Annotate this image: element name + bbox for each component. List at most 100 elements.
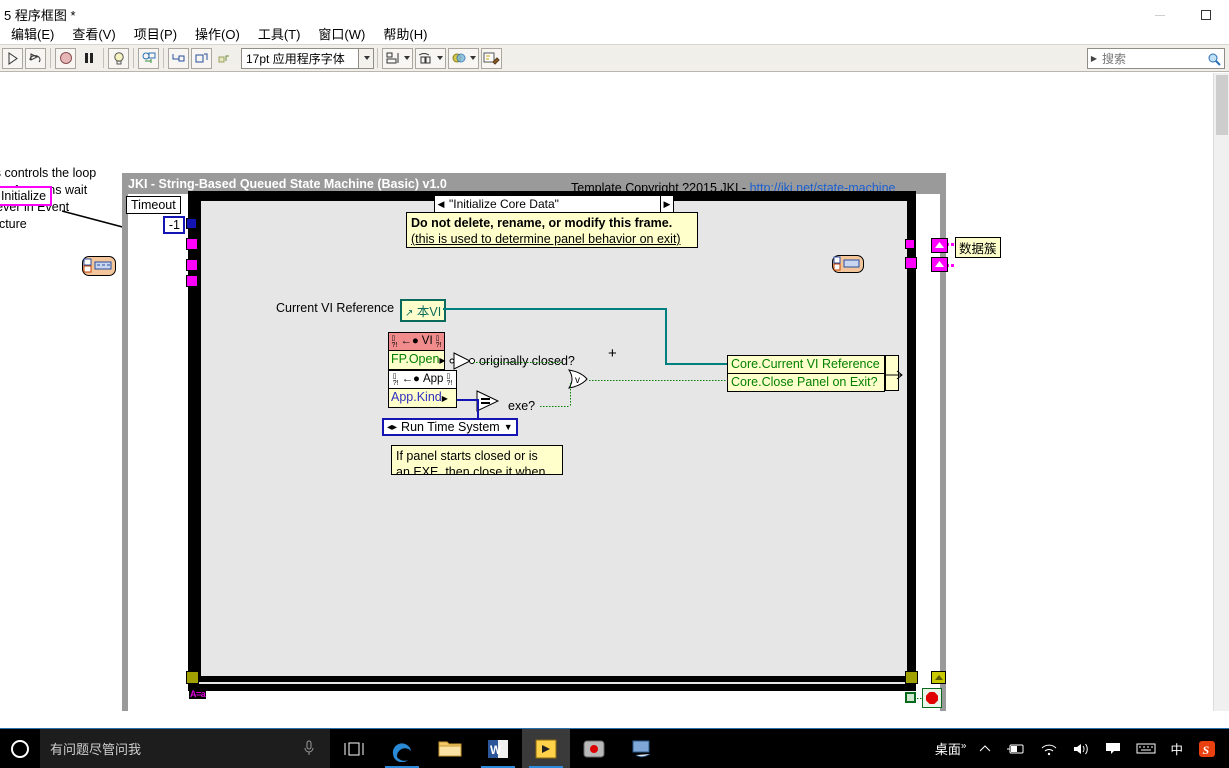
not-gate[interactable]: [449, 351, 477, 376]
menu-edit[interactable]: 编辑(E): [2, 22, 63, 45]
case-tunnel-left-1[interactable]: [186, 238, 198, 250]
tray-expand-button[interactable]: [972, 729, 998, 768]
svg-text:S: S: [1203, 743, 1210, 757]
distribute-objects-button[interactable]: [415, 47, 446, 69]
vertical-scroll-thumb[interactable]: [1216, 75, 1228, 135]
search-icon[interactable]: [1204, 52, 1224, 66]
initialize-string-constant[interactable]: : Initialize: [0, 186, 53, 206]
toolbar: 17pt 应用程序字体 ▶ 搜索: [0, 44, 1229, 72]
step-over-icon[interactable]: [191, 47, 212, 69]
clean-up-diagram-button[interactable]: [481, 47, 502, 69]
menu-window[interactable]: 窗口(W): [309, 22, 374, 45]
loop-condition-terminal[interactable]: [905, 692, 916, 703]
microphone-icon[interactable]: [302, 739, 316, 762]
highlight-execution-icon[interactable]: [108, 47, 129, 69]
case-next-arrow-icon[interactable]: ▶: [660, 195, 674, 213]
menu-project[interactable]: 项目(P): [125, 22, 186, 45]
vertical-scrollbar[interactable]: [1213, 73, 1229, 711]
resize-objects-button[interactable]: [448, 47, 479, 69]
step-into-icon[interactable]: [168, 47, 189, 69]
case-structure-interior: [201, 201, 907, 676]
file-explorer-button[interactable]: [426, 729, 474, 768]
run-continuously-icon[interactable]: [25, 47, 46, 69]
bundle-cluster-node[interactable]: Core.Current VI Reference Core.Close Pan…: [727, 355, 885, 392]
chevron-down-icon: [364, 56, 370, 60]
start-button[interactable]: [0, 729, 40, 768]
data-cluster-label[interactable]: 数据簇: [955, 237, 1001, 258]
app-property-node[interactable]: ▯?! ←● App ▯?! App.Kind▶: [388, 370, 457, 408]
panel-behavior-comment[interactable]: If panel starts closed or is an EXE, the…: [391, 445, 563, 475]
run-button[interactable]: [2, 47, 23, 69]
search-box[interactable]: ▶ 搜索: [1087, 48, 1225, 69]
loop-tunnel-bottom-left[interactable]: [186, 671, 199, 684]
subvi-icon[interactable]: [82, 256, 116, 276]
ime-mode-indicator[interactable]: 中: [1164, 729, 1189, 768]
run-time-system-enum[interactable]: ◂▸ Run Time System ▼: [382, 418, 518, 436]
abort-execution-icon[interactable]: [55, 47, 76, 69]
case-tunnel-right-1[interactable]: [905, 257, 917, 269]
app-property-row[interactable]: App.Kind▶: [389, 389, 456, 407]
tunnel-right-1[interactable]: [931, 238, 948, 253]
svg-text:W: W: [490, 743, 502, 757]
case-tunnel-left-2[interactable]: [186, 259, 198, 271]
word-button[interactable]: W: [474, 729, 522, 768]
font-selector[interactable]: 17pt 应用程序字体: [241, 47, 359, 69]
battery-icon[interactable]: [1000, 729, 1032, 768]
frame-warning-comment[interactable]: Do not delete, rename, or modify this fr…: [406, 212, 698, 248]
case-tunnel-right-2[interactable]: [905, 239, 915, 249]
screen-recorder-button[interactable]: [570, 729, 618, 768]
cortana-search-box[interactable]: 有问题尽管问我: [40, 728, 330, 768]
vi-property-row[interactable]: FP.Open▶: [389, 351, 446, 369]
tunnel-right-2[interactable]: [931, 257, 948, 272]
toolbar-run-group: [0, 45, 237, 71]
pause-icon[interactable]: [78, 48, 99, 69]
retain-wire-values-icon[interactable]: [138, 47, 159, 69]
show-desktop-label[interactable]: 桌面»: [927, 739, 971, 758]
case-selector-value: "Initialize Core Data": [449, 197, 559, 211]
or-gate[interactable]: v: [565, 368, 591, 395]
taskview-button[interactable]: [330, 729, 378, 768]
keyboard-icon[interactable]: [1130, 729, 1162, 768]
toolbar-separator: [50, 48, 51, 68]
case-prev-arrow-icon[interactable]: ◀: [435, 199, 447, 210]
overflow-chevron[interactable]: »: [961, 741, 967, 752]
menu-tools[interactable]: 工具(T): [249, 22, 310, 45]
block-diagram-canvas[interactable]: is controls the loop te. -1 means wait r…: [0, 73, 1229, 711]
labview-button[interactable]: [522, 728, 570, 768]
wifi-icon[interactable]: [1034, 729, 1064, 768]
volume-icon[interactable]: [1066, 729, 1096, 768]
cortana-placeholder: 有问题尽管问我: [50, 742, 142, 757]
this-vi-reference-node[interactable]: ↗ 本VI: [400, 299, 447, 322]
remote-desktop-button[interactable]: [618, 729, 666, 768]
case-tunnel-left-3[interactable]: [186, 275, 198, 287]
enum-increment-icon[interactable]: ◂▸: [387, 422, 397, 433]
loop-tunnel-bottom-right[interactable]: [905, 671, 918, 684]
font-dropdown-arrow[interactable]: [359, 47, 374, 69]
shift-register-right-bottom[interactable]: [931, 671, 946, 684]
state-machine-title: JKI - String-Based Queued State Machine …: [128, 177, 447, 191]
bundle-row-1[interactable]: Core.Close Panel on Exit?: [728, 374, 884, 391]
while-loop-label: A=a: [189, 689, 207, 699]
enum-value: Run Time System: [401, 420, 500, 434]
stop-button[interactable]: [922, 688, 942, 708]
step-out-icon[interactable]: [214, 48, 235, 69]
chevron-down-icon[interactable]: ▼: [504, 422, 513, 432]
case-selector[interactable]: ◀ "Initialize Core Data" ▼: [434, 195, 674, 213]
search-scope-arrow[interactable]: ▶: [1088, 54, 1100, 63]
align-objects-button[interactable]: [382, 47, 413, 69]
sogou-input-icon[interactable]: S: [1191, 729, 1223, 768]
menu-view[interactable]: 查看(V): [63, 22, 124, 45]
case-structure[interactable]: [195, 195, 913, 682]
vi-property-name: FP.Open: [391, 352, 440, 366]
menu-operate[interactable]: 操作(O): [186, 22, 249, 45]
bundle-row-0[interactable]: Core.Current VI Reference: [728, 356, 884, 374]
property-ref-icon: ←●: [400, 335, 419, 347]
timeout-constant[interactable]: -1: [163, 216, 185, 234]
vi-property-node[interactable]: ▯?! ←● VI ▯?! FP.Open▶: [388, 332, 446, 370]
timeout-tunnel[interactable]: [186, 218, 197, 229]
action-center-icon[interactable]: [1098, 729, 1128, 768]
menu-help[interactable]: 帮助(H): [374, 22, 436, 45]
edge-button[interactable]: [378, 729, 426, 768]
subvi-right-icon[interactable]: [832, 255, 864, 273]
frame-warning-sub: (this is used to determine panel behavio…: [411, 232, 681, 246]
